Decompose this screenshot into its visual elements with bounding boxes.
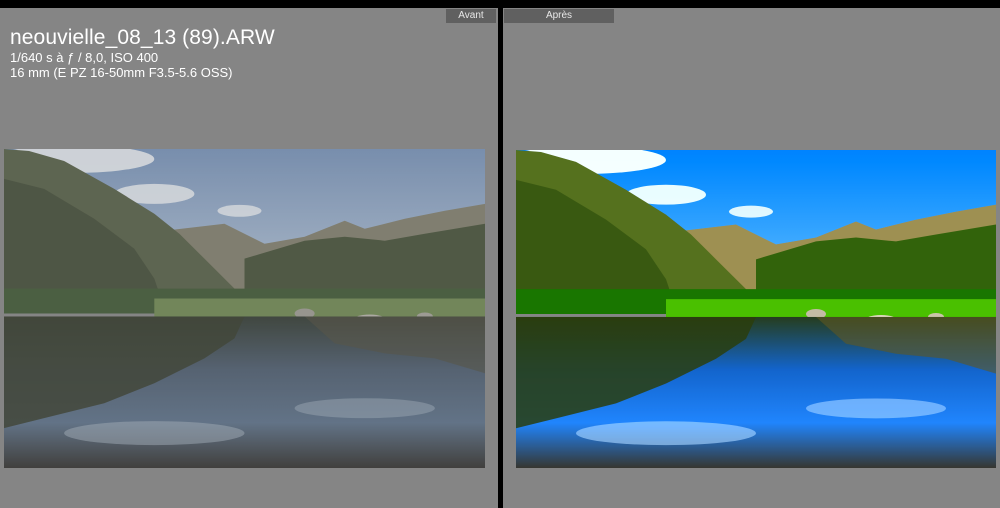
before-panel: Avant neouvielle_08_13 (89).ARW 1/640 s … [0, 8, 498, 508]
after-label-tab[interactable]: Après [504, 9, 614, 23]
photo-exposure: 1/640 s à ƒ / 8,0, ISO 400 [10, 50, 159, 65]
before-label-tab[interactable]: Avant [446, 9, 496, 23]
photo-info-overlay: neouvielle_08_13 (89).ARW 1/640 s à ƒ / … [10, 26, 275, 80]
landscape-image-before [4, 149, 485, 468]
landscape-image-after [516, 150, 996, 468]
before-photo[interactable] [4, 149, 485, 468]
photo-lens: 16 mm (E PZ 16-50mm F3.5-5.6 OSS) [10, 65, 233, 80]
after-photo[interactable] [516, 150, 996, 468]
after-panel: Après [503, 8, 1000, 508]
photo-filename: neouvielle_08_13 (89).ARW [10, 26, 275, 49]
before-after-compare-view: Avant neouvielle_08_13 (89).ARW 1/640 s … [0, 0, 1000, 508]
